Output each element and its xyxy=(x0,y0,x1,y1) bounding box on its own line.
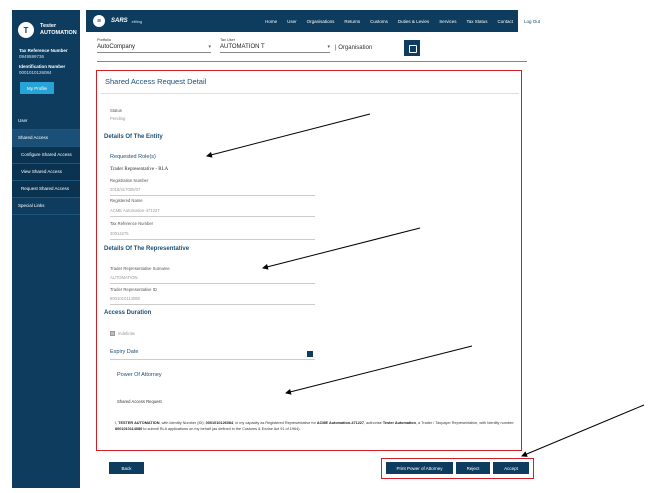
logout-button[interactable]: Log Out xyxy=(517,10,546,32)
expiry-date-label: Expiry Date xyxy=(110,349,139,355)
accept-button[interactable]: Accept xyxy=(493,462,529,474)
sars-logo: SARS xyxy=(111,18,128,24)
portfolio-select[interactable]: Portfolio AutoCompany ▾ xyxy=(97,38,211,53)
user-name: Tester AUTOMATION xyxy=(40,23,77,37)
arrow-action-buttons xyxy=(521,404,645,457)
representative-heading: Details Of The Representative xyxy=(104,246,190,252)
nav-duties-levies[interactable]: Duties & Levies xyxy=(393,19,434,24)
tax-ref-block: Tax Reference Number 0949599736 xyxy=(12,44,80,60)
field-underline xyxy=(110,239,315,240)
rep-id-label: Trader Representative ID xyxy=(110,287,157,292)
user-first-name: Tester xyxy=(40,23,57,29)
field-underline xyxy=(110,195,315,196)
field-underline xyxy=(110,283,315,284)
registration-number-value: 2018/417005/07 xyxy=(110,187,141,192)
nav-contact[interactable]: Contact xyxy=(492,19,518,24)
title-divider xyxy=(101,93,519,94)
sidebar-item-configure-shared-access[interactable]: Configure Shared Access xyxy=(12,146,80,164)
rep-id-value: 8001010114080 xyxy=(110,296,140,301)
back-button[interactable]: Back xyxy=(109,462,144,474)
nav-items: Home User Organisations Returns Customs … xyxy=(260,10,546,32)
organisation-label: | Organisation xyxy=(335,45,373,51)
user-last-name: AUTOMATION xyxy=(40,30,77,36)
chevron-down-icon: ▾ xyxy=(208,44,211,50)
sidebar-item-special-links[interactable]: Special Links xyxy=(12,198,80,215)
entity-heading: Details Of The Entity xyxy=(104,134,163,140)
field-underline xyxy=(110,359,315,360)
avatar[interactable]: T xyxy=(18,22,34,38)
sidebar-item-view-shared-access[interactable]: View Shared Access xyxy=(12,163,80,181)
power-of-attorney-heading: Power Of Attorney xyxy=(117,372,162,378)
nav-home[interactable]: Home xyxy=(260,19,282,24)
status-value: Pending xyxy=(110,116,126,121)
sidebar-item-user[interactable]: User xyxy=(12,113,80,130)
selector-divider xyxy=(97,61,527,62)
shared-access-detail-panel: Shared Access Request Detail Status Pend… xyxy=(96,70,522,451)
power-of-attorney-text: I, TESTER AUTOMATION, with Identity Numb… xyxy=(115,421,515,431)
sidebar-item-request-shared-access[interactable]: Request Shared Access xyxy=(12,180,80,198)
status-label: Status xyxy=(110,108,122,113)
nav-tax-status[interactable]: Tax Status xyxy=(461,19,492,24)
tax-reference-value: 20014275 xyxy=(110,231,129,236)
shared-access-request-label: Shared Access Request xyxy=(117,399,162,404)
calendar-icon[interactable] xyxy=(307,351,313,357)
chevron-down-icon: ▾ xyxy=(327,44,330,50)
field-underline xyxy=(110,216,315,217)
id-value: 0001010126084 xyxy=(19,70,52,75)
tax-user-value: AUTOMATION T xyxy=(220,44,265,50)
organisation-icon[interactable] xyxy=(404,40,420,56)
registered-name-label: Registered Name xyxy=(110,198,143,203)
registration-number-label: Registration Number xyxy=(110,178,149,183)
sidebar-menu: User Shared Access Configure Shared Acce… xyxy=(12,113,80,215)
tax-user-select[interactable]: Tax User AUTOMATION T ▾ xyxy=(220,38,330,53)
indefinite-checkbox[interactable] xyxy=(110,331,115,336)
my-profile-button[interactable]: My Profile xyxy=(20,82,54,94)
sidebar: T Tester AUTOMATION Tax Reference Number… xyxy=(12,10,80,488)
access-duration-heading: Access Duration xyxy=(104,310,152,316)
efiling-logo: efiling xyxy=(131,18,143,24)
print-power-of-attorney-button[interactable]: Print Power of Attorney xyxy=(386,462,453,474)
requested-roles-heading: Requested Role(s) xyxy=(110,154,156,160)
sidebar-item-shared-access[interactable]: Shared Access xyxy=(12,129,80,147)
registered-name-value: ACME Automation-471227 xyxy=(110,208,160,213)
role-value: Trader Representative - RLA xyxy=(110,167,169,172)
rep-surname-value: AUTOMATION xyxy=(110,275,138,280)
indefinite-label: Indefinite xyxy=(118,331,135,336)
id-block: Identification Number 0001010126084 xyxy=(12,60,80,76)
top-nav: ≡ SARS efiling Home User Organisations R… xyxy=(86,10,546,32)
reject-button[interactable]: Reject xyxy=(456,462,490,474)
page-title: Shared Access Request Detail xyxy=(105,77,207,86)
nav-returns[interactable]: Returns xyxy=(339,19,365,24)
nav-organisations[interactable]: Organisations xyxy=(302,19,340,24)
menu-icon[interactable]: ≡ xyxy=(93,15,105,27)
nav-customs[interactable]: Customs xyxy=(365,19,393,24)
sidebar-user: T Tester AUTOMATION xyxy=(12,10,80,44)
nav-user[interactable]: User xyxy=(282,19,302,24)
portfolio-value: AutoCompany xyxy=(97,44,136,50)
tax-reference-label: Tax Reference Number xyxy=(110,221,154,226)
rep-surname-label: Trader Representative Surname xyxy=(110,266,170,271)
nav-services[interactable]: Services xyxy=(434,19,461,24)
selector-row: Portfolio AutoCompany ▾ Tax User AUTOMAT… xyxy=(97,38,527,62)
field-underline xyxy=(110,304,315,305)
